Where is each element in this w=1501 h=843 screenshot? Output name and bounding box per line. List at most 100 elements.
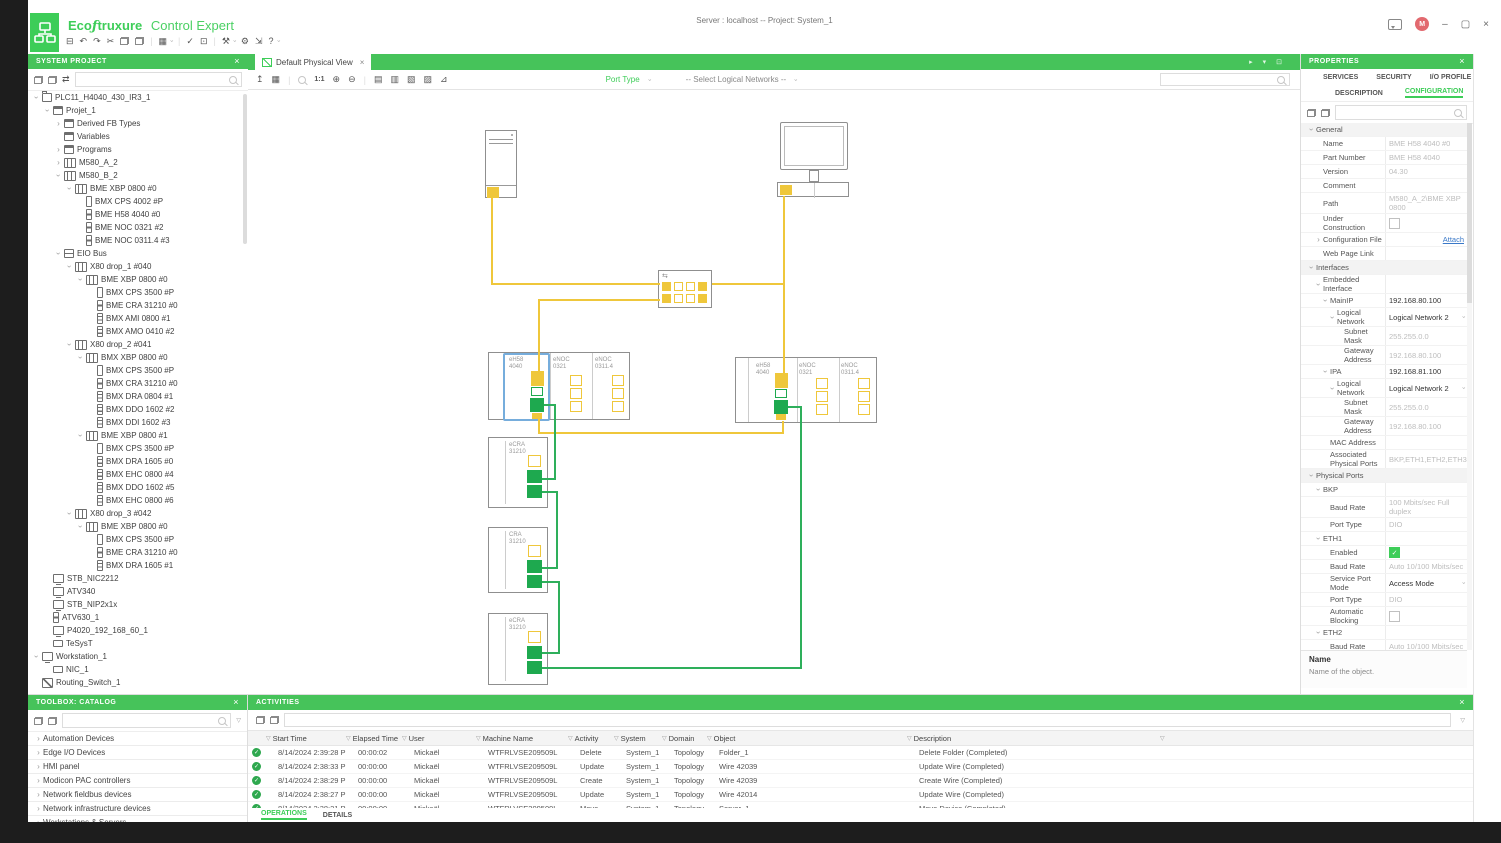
tree-item-bme-cra-31210-0[interactable]: BME CRA 31210 #0: [28, 546, 242, 559]
tree-item-workstation-1[interactable]: ›Workstation_1: [28, 650, 242, 663]
tree-item-nic-1[interactable]: NIC_1: [28, 663, 242, 676]
copy-icon[interactable]: [120, 37, 129, 45]
chevron-down-icon[interactable]: ›: [76, 353, 85, 362]
tab-i-o-profile[interactable]: I/O PROFILE: [1430, 74, 1472, 81]
tree-item-x80-drop-1-040[interactable]: ›X80 drop_1 #040: [28, 260, 242, 273]
tree-item-bme-xbp-0800-0[interactable]: ›BME XBP 0800 #0: [28, 520, 242, 533]
paste-icon[interactable]: [135, 37, 144, 45]
chevron-down-icon[interactable]: ›: [76, 522, 85, 531]
chevron-down-icon[interactable]: ›: [1307, 125, 1316, 134]
tab-description[interactable]: DESCRIPTION: [1335, 90, 1383, 97]
activity-row[interactable]: ✓8/14/2024 2:39:28 PM00:00:02MickaëlWTFR…: [248, 746, 1473, 760]
property-row-mac-address[interactable]: MAC Address: [1301, 436, 1467, 450]
print-icon[interactable]: ⊟: [66, 36, 74, 47]
tab-configuration[interactable]: CONFIGURATION: [1405, 88, 1464, 98]
property-row-baud-rate[interactable]: Baud Rate100 Mbits/sec Full duplex: [1301, 497, 1467, 518]
collapse-all-icon[interactable]: [256, 716, 265, 724]
column-header-domain[interactable]: Domain: [669, 734, 695, 743]
property-row-interfaces[interactable]: ›Interfaces: [1301, 261, 1467, 275]
tree-item-bmx-ehc-0800-4[interactable]: BMX EHC 0800 #4: [28, 468, 242, 481]
toolbox-item-network-infrastructure-devices[interactable]: ›Network infrastructure devices: [28, 802, 247, 816]
export-view-icon[interactable]: ↥: [256, 74, 264, 85]
expand-icon[interactable]: ⇲: [255, 36, 263, 47]
user-avatar[interactable]: M: [1415, 17, 1429, 31]
chevron-down-icon[interactable]: ›: [1307, 263, 1316, 272]
tree-item-bmx-ddo-1602-5[interactable]: BMX DDO 1602 #5: [28, 481, 242, 494]
grid-icon[interactable]: ▦: [272, 74, 281, 85]
screen-icon[interactable]: ⊡: [200, 36, 208, 47]
property-row-eth2[interactable]: ›ETH2: [1301, 626, 1467, 640]
column-header-elapsed-time[interactable]: Elapsed Time: [353, 734, 398, 743]
checkbox-checked-icon[interactable]: ✓: [1389, 547, 1400, 558]
property-row-subnet-mask[interactable]: Subnet Mask255.255.0.0: [1301, 327, 1467, 346]
window-layout-icon[interactable]: ▦: [159, 36, 168, 47]
column-header-description[interactable]: Description: [914, 734, 952, 743]
chevron-down-icon[interactable]: ›: [76, 275, 85, 284]
expand-all-icon[interactable]: [1321, 109, 1330, 117]
workstation-base[interactable]: [777, 182, 849, 197]
feedback-bubble-icon[interactable]: [1388, 19, 1402, 30]
tree-item-bme-cra-31210-0[interactable]: BME CRA 31210 #0: [28, 299, 242, 312]
tree-item-routing-switch-1[interactable]: Routing_Switch_1: [28, 676, 242, 689]
tree-item-bmx-cra-31210-0[interactable]: BMX CRA 31210 #0: [28, 377, 242, 390]
filter-icon[interactable]: ▽: [266, 735, 271, 742]
properties-search-input[interactable]: [1335, 105, 1467, 120]
chevron-down-icon[interactable]: ›: [1321, 367, 1330, 376]
tree-item-atv630-1[interactable]: ATV630_1: [28, 611, 242, 624]
topology-canvas[interactable]: ⇆ eH584040eNOC0321eNOC0311.4eH584040eNOC…: [248, 90, 1300, 694]
property-row-configuration-file[interactable]: ›Configuration FileAttach: [1301, 233, 1467, 247]
undo-icon[interactable]: ↶: [80, 36, 88, 47]
tree-item-bmx-ddo-1602-2[interactable]: BMX DDO 1602 #2: [28, 403, 242, 416]
chevron-down-icon[interactable]: ›: [65, 262, 74, 271]
attach-link[interactable]: Attach: [1443, 235, 1464, 244]
property-row-port-type[interactable]: Port TypeDIO: [1301, 518, 1467, 532]
sync-icon[interactable]: ⇄: [62, 74, 70, 85]
chevron-down-icon[interactable]: ›: [1314, 485, 1323, 494]
checkbox-unchecked-icon[interactable]: [1389, 218, 1400, 229]
property-row-path[interactable]: PathM580_A_2\BME XBP 0800: [1301, 193, 1467, 214]
align-bottom-icon[interactable]: ▨: [424, 74, 433, 85]
property-row-name[interactable]: NameBME H58 4040 #0: [1301, 137, 1467, 151]
project-search-input[interactable]: [75, 72, 242, 87]
canvas-search-input[interactable]: [1160, 73, 1290, 86]
property-row-eth1[interactable]: ›ETH1: [1301, 532, 1467, 546]
property-row-bkp[interactable]: ›BKP: [1301, 483, 1467, 497]
chevron-down-icon[interactable]: ›: [1321, 296, 1330, 305]
activities-filter-input[interactable]: [284, 713, 1451, 727]
property-row-enabled[interactable]: Enabled✓: [1301, 546, 1467, 560]
tree-item-bmx-dra-0804-1[interactable]: BMX DRA 0804 #1: [28, 390, 242, 403]
tree-item-eio-bus[interactable]: ›EIO Bus: [28, 247, 242, 260]
maximize-button[interactable]: ▢: [1461, 19, 1470, 30]
tree-item-bmx-amo-0410-2[interactable]: BMX AMO 0410 #2: [28, 325, 242, 338]
property-row-version[interactable]: Version04.30: [1301, 165, 1467, 179]
tree-item-bme-xbp-0800-1[interactable]: ›BME XBP 0800 #1: [28, 429, 242, 442]
chevron-down-icon[interactable]: ›: [32, 652, 41, 661]
align-top-icon[interactable]: ▧: [407, 74, 416, 85]
property-row-under-construction[interactable]: Under Construction: [1301, 214, 1467, 233]
toolbox-search-input[interactable]: [62, 713, 231, 728]
tree-item-p4020-192-168-60-1[interactable]: P4020_192_168_60_1: [28, 624, 242, 637]
column-header-user[interactable]: User: [409, 734, 425, 743]
zoom-actual-label[interactable]: 1:1: [314, 76, 324, 83]
chevron-down-icon[interactable]: ›: [54, 171, 63, 180]
route-wire-icon[interactable]: ⊿: [440, 74, 448, 85]
chevron-down-icon[interactable]: ›: [1460, 316, 1466, 318]
activity-row[interactable]: ✓8/14/2024 2:38:29 PM00:00:00MickaëlWTFR…: [248, 774, 1473, 788]
filter-icon[interactable]: ▽: [476, 735, 481, 742]
tab-details[interactable]: DETAILS: [323, 812, 352, 819]
filter-icon[interactable]: ▽: [1460, 717, 1465, 724]
chevron-right-icon[interactable]: ›: [54, 158, 63, 167]
tree-item-bme-noc-0321-2[interactable]: BME NOC 0321 #2: [28, 221, 242, 234]
tree-item-bmx-dra-1605-1[interactable]: BMX DRA 1605 #1: [28, 559, 242, 572]
tree-item-bmx-xbp-0800-0[interactable]: ›BMX XBP 0800 #0: [28, 351, 242, 364]
chevron-down-icon[interactable]: ›: [65, 340, 74, 349]
property-row-ipa[interactable]: ›IPA192.168.81.100: [1301, 365, 1467, 379]
tab-security[interactable]: SECURITY: [1376, 74, 1411, 81]
property-row-physical-ports[interactable]: ›Physical Ports: [1301, 469, 1467, 483]
tab-default-physical-view[interactable]: Default Physical View ×: [255, 54, 371, 70]
chevron-down-icon[interactable]: ›: [32, 93, 41, 102]
toolbox-item-hmi-panel[interactable]: ›HMI panel: [28, 760, 247, 774]
logical-networks-dropdown[interactable]: -- Select Logical Networks --: [686, 75, 786, 84]
tree-item-programs[interactable]: ›Programs: [28, 143, 242, 156]
tree-item-tesyst[interactable]: TeSysT: [28, 637, 242, 650]
